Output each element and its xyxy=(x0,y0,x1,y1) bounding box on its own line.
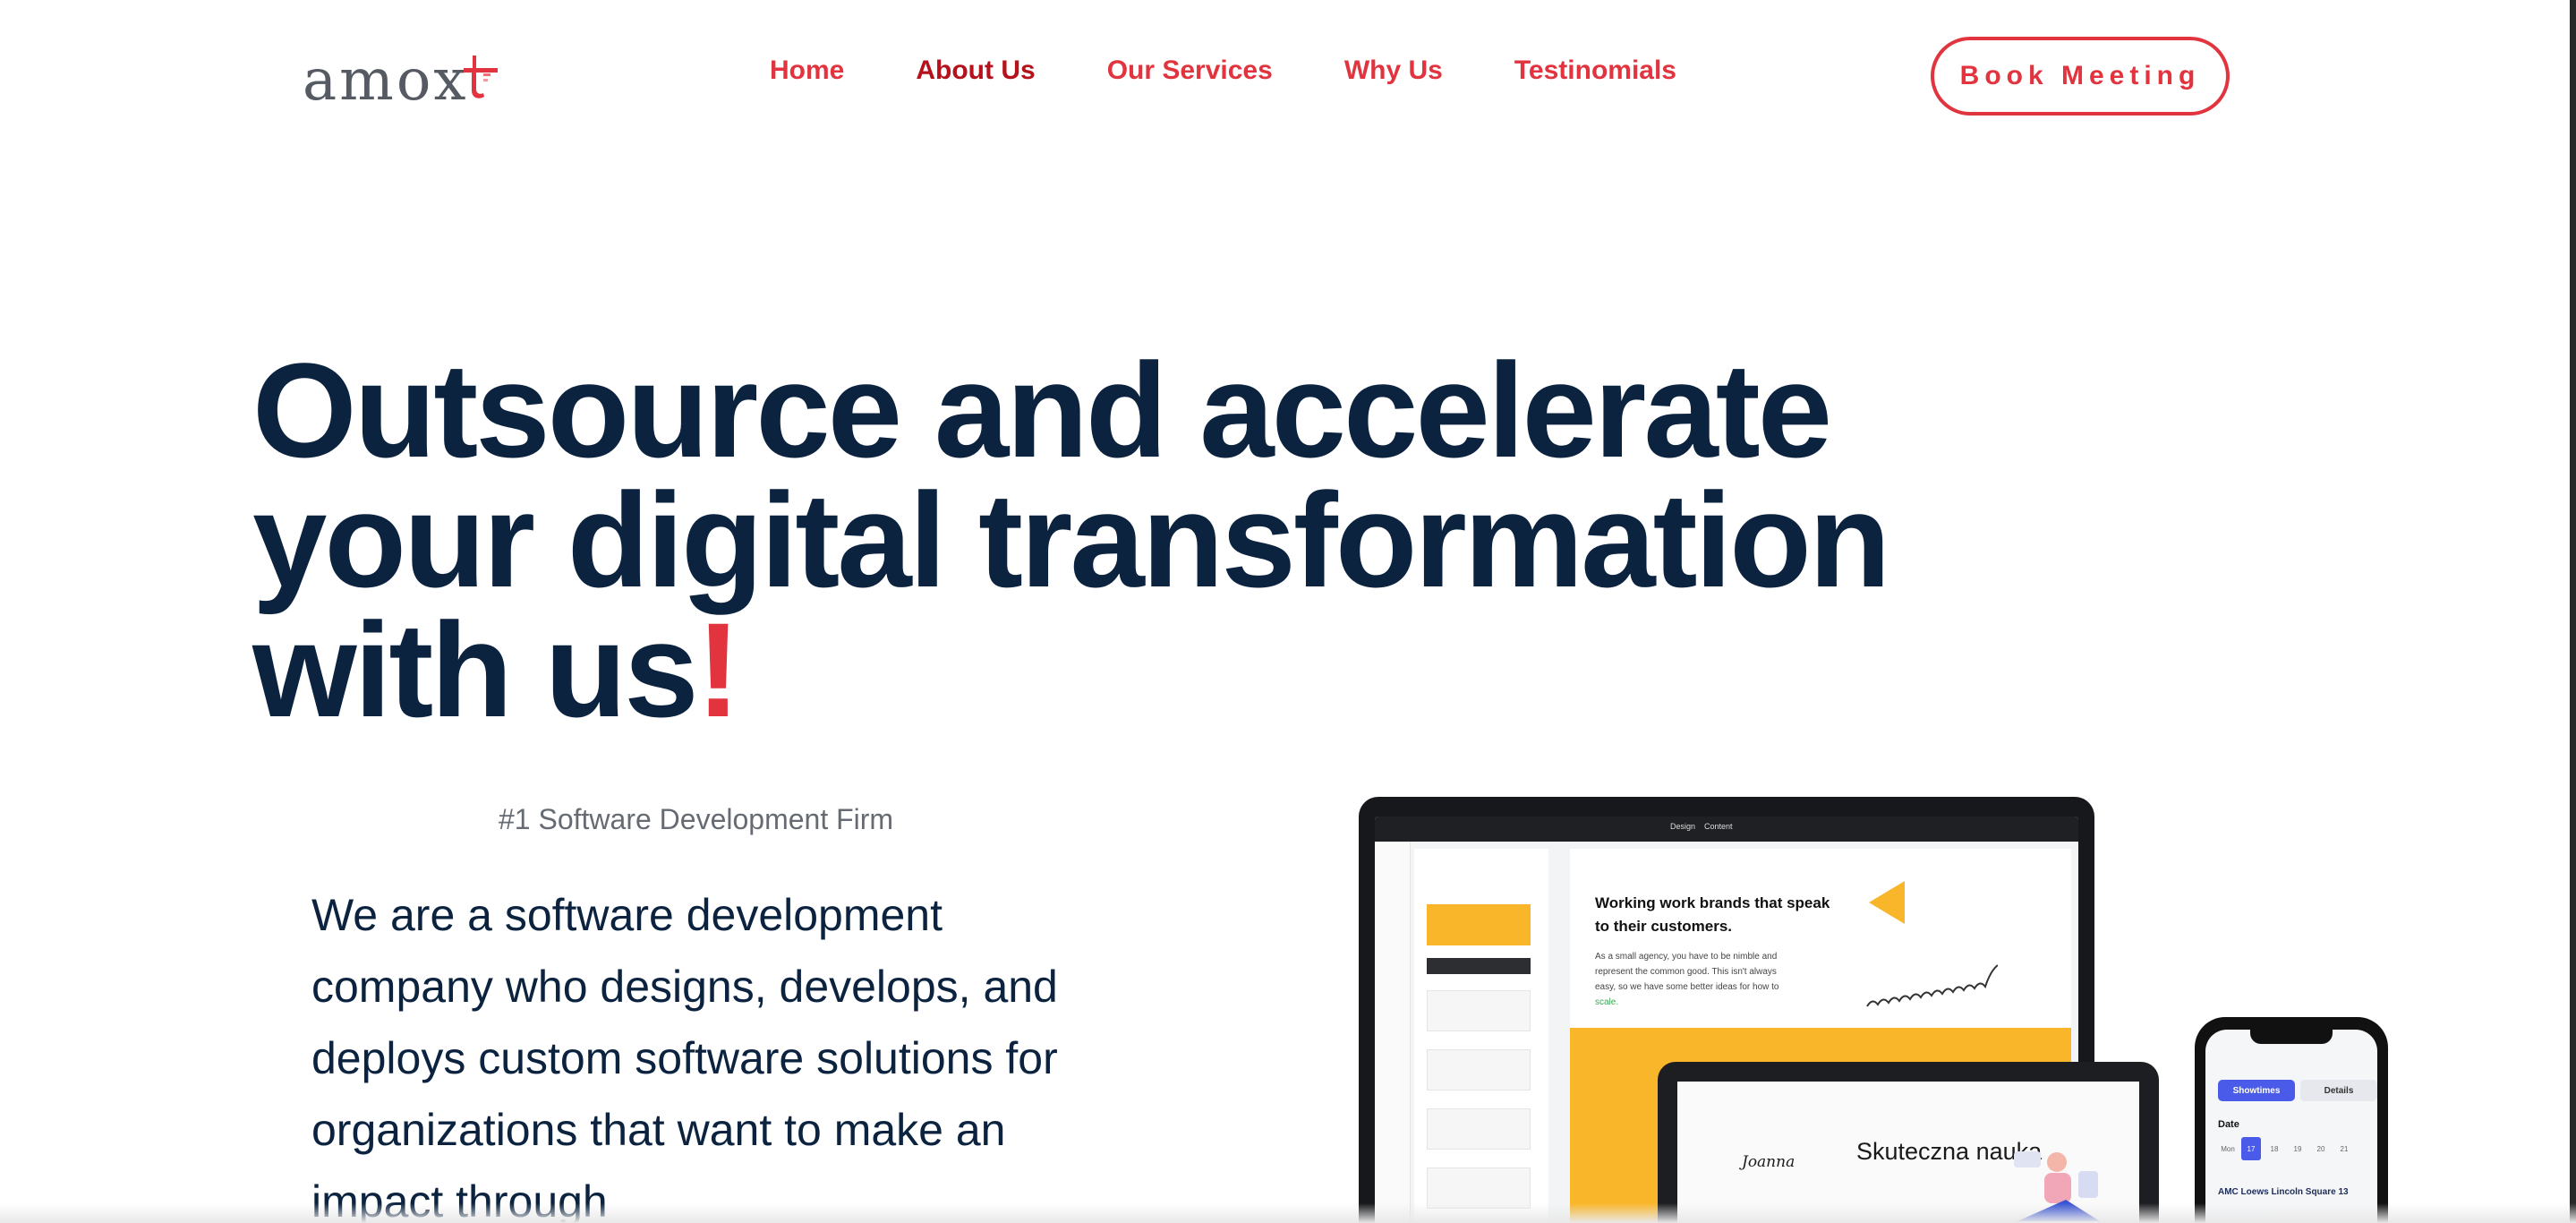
nav-about-us[interactable]: About Us xyxy=(916,56,1035,86)
phone-tabs: Showtimes Details xyxy=(2218,1080,2377,1101)
logo-text: amox xyxy=(303,47,469,114)
canvas-body: As a small agency, you have to be nimble… xyxy=(1595,949,1783,1010)
section-thumb xyxy=(1427,904,1531,945)
book-meeting-button[interactable]: Book Meeting xyxy=(1931,37,2230,115)
phone-tab-showtimes: Showtimes xyxy=(2218,1080,2295,1101)
toggle-design-label: Design xyxy=(1670,822,1696,831)
section-thumb xyxy=(1427,958,1531,974)
canvas-body-link: scale. xyxy=(1595,997,1619,1007)
hero-intro: We are a software development company wh… xyxy=(311,890,1058,1223)
design-content-toggle: Design Content xyxy=(1670,822,1787,836)
squiggle-shape-icon xyxy=(1866,964,1998,1007)
triangle-shape-icon xyxy=(1869,881,1905,924)
section-thumb xyxy=(1427,1049,1531,1090)
canvas-title: Working work brands that speak to their … xyxy=(1595,894,1830,935)
phone-day: 17 xyxy=(2241,1137,2261,1160)
scroll-fade xyxy=(0,1203,2576,1223)
editor-toolbar: Design Content xyxy=(1375,817,2078,842)
phone-date-label: Date xyxy=(2218,1119,2239,1130)
brand-logo[interactable]: amox xyxy=(303,45,517,116)
phone-mockup: Showtimes Details Date Mon 17 18 19 20 2… xyxy=(2195,1017,2388,1223)
logo-cross-icon xyxy=(464,56,498,98)
headline-line-1: Outsource and accelerate xyxy=(252,335,1832,485)
phone-tab-details: Details xyxy=(2300,1080,2377,1101)
tablet-screen: Joanna Skuteczna nauka xyxy=(1677,1082,2139,1223)
nav-why-us[interactable]: Why Us xyxy=(1344,56,1443,86)
main-nav: Home About Us Our Services Why Us Testin… xyxy=(770,56,1676,86)
phone-notch xyxy=(2250,1030,2333,1044)
editor-sections-panel xyxy=(1414,849,1548,1223)
editor-sidebar xyxy=(1375,842,1411,1223)
window-edge xyxy=(2570,0,2576,1223)
phone-day: 20 xyxy=(2316,1144,2325,1153)
headline-line-2: your digital transformation xyxy=(252,465,1890,615)
nav-testimonials[interactable]: Testinomials xyxy=(1514,56,1676,86)
phone-day: 21 xyxy=(2340,1144,2349,1153)
headline-line-3: with us xyxy=(252,594,699,745)
phone-day: Mon xyxy=(2221,1144,2235,1153)
nav-home[interactable]: Home xyxy=(770,56,844,86)
toggle-content-label: Content xyxy=(1704,822,1733,831)
phone-venue: AMC Loews Lincoln Square 13 xyxy=(2218,1187,2349,1197)
section-thumb xyxy=(1427,1108,1531,1150)
phone-day-picker: Mon 17 18 19 20 21 xyxy=(2218,1137,2354,1160)
hero-headline: Outsource and accelerate your digital tr… xyxy=(252,343,1953,737)
hero-tagline: #1 Software Development Firm xyxy=(499,803,894,835)
tablet-mockup: Joanna Skuteczna nauka xyxy=(1658,1062,2159,1223)
nav-our-services[interactable]: Our Services xyxy=(1107,56,1273,86)
phone-screen: Showtimes Details Date Mon 17 18 19 20 2… xyxy=(2205,1030,2377,1223)
site-header: amox Home About Us Our Services Why Us T… xyxy=(0,0,2576,157)
phone-day: 18 xyxy=(2270,1144,2279,1153)
canvas-body-text: As a small agency, you have to be nimble… xyxy=(1595,952,1779,992)
headline-exclamation: ! xyxy=(695,594,741,745)
section-thumb xyxy=(1427,990,1531,1031)
tablet-profile-name: Joanna xyxy=(1742,1153,1796,1171)
phone-day: 19 xyxy=(2293,1144,2302,1153)
